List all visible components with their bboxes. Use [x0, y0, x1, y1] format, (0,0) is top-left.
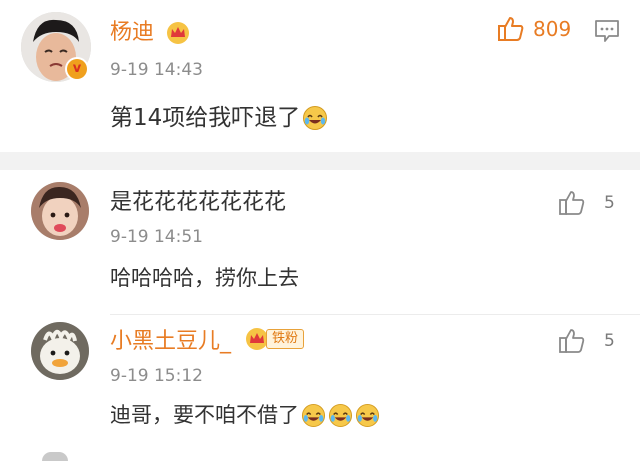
- thumbs-up-icon: [559, 329, 585, 353]
- laugh-cry-emoji: [301, 403, 326, 427]
- fan-badge-label: 铁粉: [266, 329, 305, 349]
- row-divider: [110, 314, 640, 315]
- comment-time: 9-19 14:43: [110, 60, 203, 80]
- reply-text: 迪哥，要不咱不借了: [110, 403, 299, 427]
- comment-thread: v 杨迪 9-19 14:43 第14项给我吓退了 809 是花花花花花花花 9…: [0, 0, 640, 461]
- username[interactable]: 是花花花花花花花: [110, 190, 286, 216]
- laugh-cry-emoji: [303, 106, 328, 130]
- top-comment: v 杨迪 9-19 14:43 第14项给我吓退了 809: [0, 0, 640, 152]
- section-separator: [0, 152, 640, 170]
- avatar[interactable]: [42, 452, 68, 461]
- fan-badge: 铁粉: [244, 327, 305, 351]
- comment-text-row: 第14项给我吓退了: [110, 104, 328, 132]
- like-count: 809: [533, 17, 572, 41]
- reply-time: 9-19 15:12: [110, 366, 203, 386]
- username[interactable]: 杨迪: [110, 20, 154, 46]
- username[interactable]: 小黑土豆儿_: [110, 329, 231, 355]
- like-count: 5: [604, 193, 615, 213]
- thumbs-up-icon: [559, 191, 585, 215]
- like-button[interactable]: 5: [558, 327, 615, 355]
- avatar[interactable]: [31, 182, 89, 240]
- reply-time: 9-19 14:51: [110, 227, 203, 247]
- comment-text: 第14项给我吓退了: [110, 105, 301, 131]
- avatar[interactable]: [31, 322, 89, 380]
- avatar-image: [31, 322, 89, 380]
- thumbs-up-icon: [498, 17, 524, 41]
- verified-icon: v: [67, 59, 87, 79]
- reply-text-row: 迪哥，要不咱不借了: [110, 402, 380, 428]
- comment-bubble-icon[interactable]: [594, 19, 620, 43]
- laugh-cry-emoji: [328, 403, 353, 427]
- reply-list: 是花花花花花花花 9-19 14:51 哈哈哈哈，捞你上去 5 小黑土豆儿_ 铁…: [0, 170, 640, 461]
- like-count: 5: [604, 331, 615, 351]
- reply-text-row: 哈哈哈哈，捞你上去: [110, 265, 299, 291]
- reply-text: 哈哈哈哈，捞你上去: [110, 266, 299, 290]
- laugh-cry-emoji: [355, 403, 380, 427]
- crown-icon: [167, 22, 189, 44]
- like-button[interactable]: 5: [558, 189, 615, 217]
- avatar-image: [31, 182, 89, 240]
- like-button[interactable]: 809: [497, 15, 571, 43]
- verified-badge: v: [65, 57, 89, 81]
